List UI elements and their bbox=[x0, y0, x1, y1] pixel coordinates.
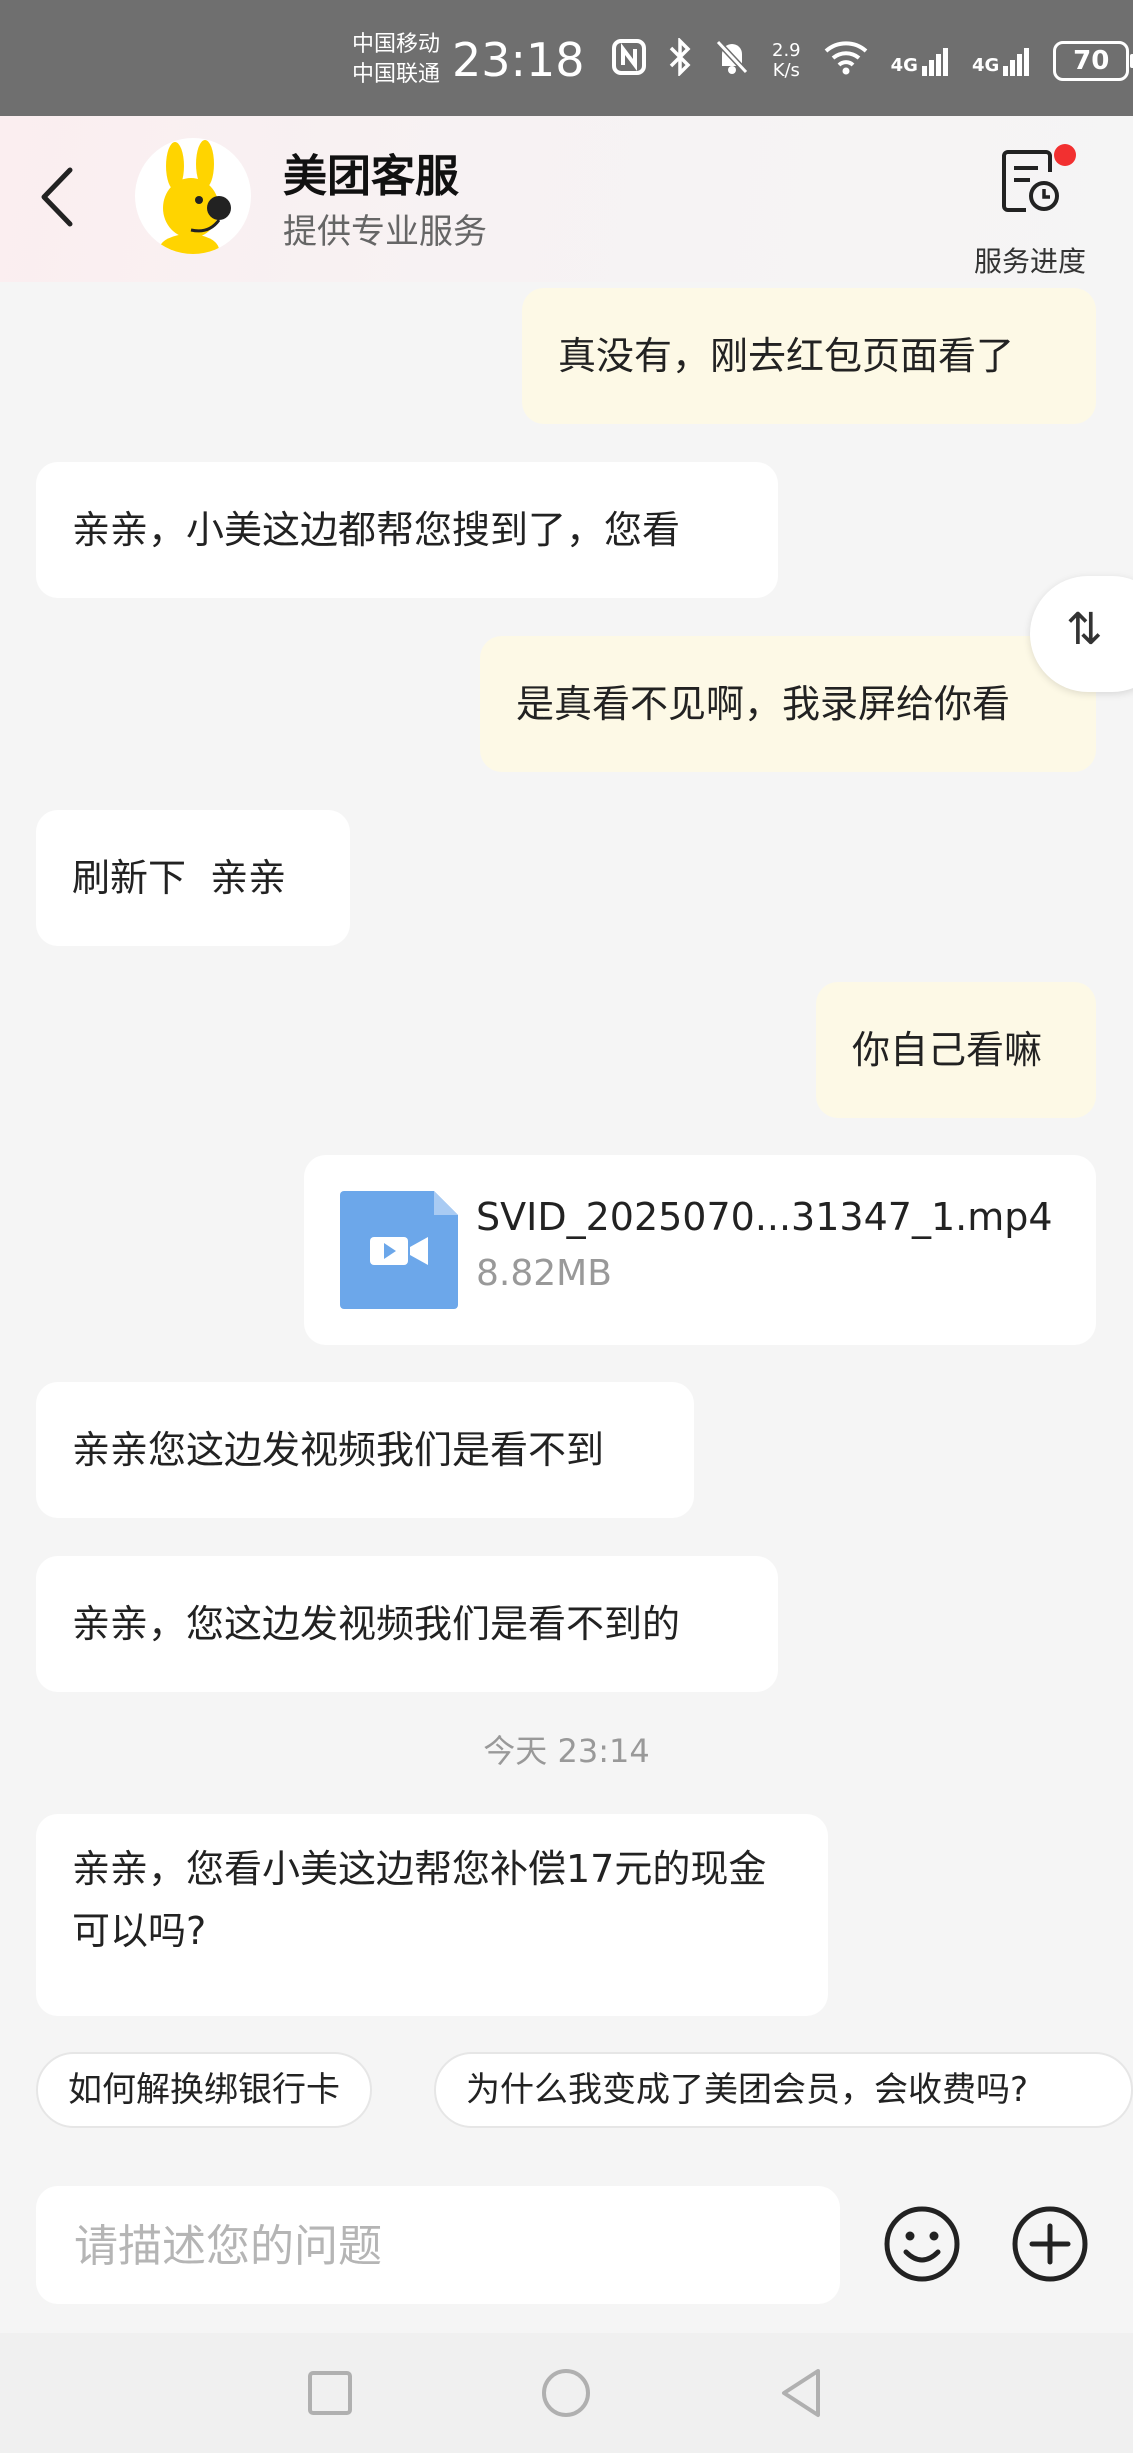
battery-level: 70 bbox=[1073, 46, 1110, 76]
recents-square-icon[interactable] bbox=[300, 2363, 360, 2423]
message-text: 真没有，刚去红包页面看了 bbox=[558, 334, 1015, 378]
speed-value: 2.9 bbox=[772, 40, 801, 61]
message-text: 亲亲，您这边发视频我们是看不到的 bbox=[72, 1602, 681, 1646]
message-text: 刷新下 亲亲 bbox=[72, 856, 287, 900]
chat-header: 美团客服 提供专业服务 服务进度 bbox=[0, 116, 1133, 282]
message-input[interactable] bbox=[72, 2186, 816, 2306]
message-received[interactable]: 亲亲您这边发视频我们是看不到 bbox=[36, 1382, 694, 1518]
speed-unit: K/s bbox=[772, 60, 800, 81]
back-button[interactable] bbox=[40, 166, 74, 228]
more-button[interactable] bbox=[1010, 2204, 1090, 2284]
kangaroo-mascot-icon bbox=[159, 140, 231, 254]
bluetooth-icon bbox=[668, 36, 692, 85]
carrier-2: 中国联通 bbox=[352, 62, 441, 87]
signal-bars-icon bbox=[1003, 48, 1030, 76]
avatar[interactable] bbox=[135, 138, 251, 254]
signal-1: 4G bbox=[891, 46, 950, 76]
network-type-2: 4G bbox=[971, 55, 1000, 76]
video-file-icon bbox=[340, 1191, 458, 1309]
message-timestamp: 今天 23:14 bbox=[483, 1732, 650, 1770]
message-received[interactable]: 亲亲，您这边发视频我们是看不到的 bbox=[36, 1556, 778, 1692]
carrier-info: 中国移动 中国联通 bbox=[352, 30, 440, 90]
swap-arrows-icon: ⇅ bbox=[1066, 604, 1103, 655]
home-circle-icon[interactable] bbox=[536, 2363, 596, 2423]
network-speed: 2.9 K/s bbox=[772, 41, 801, 81]
service-progress-button[interactable]: 服务进度 bbox=[960, 144, 1100, 278]
message-text: 亲亲您这边发视频我们是看不到 bbox=[72, 1428, 605, 1472]
message-input-container bbox=[36, 2186, 840, 2306]
service-progress-label: 服务进度 bbox=[973, 245, 1086, 278]
page-subtitle: 提供专业服务 bbox=[283, 212, 487, 252]
message-received[interactable]: 刷新下 亲亲 bbox=[36, 810, 350, 946]
quick-reply-label: 如何解换绑银行卡 bbox=[68, 2070, 340, 2110]
notification-dot bbox=[1054, 144, 1076, 166]
system-nav-bar bbox=[0, 2333, 1133, 2453]
file-size: 8.82MB bbox=[476, 1253, 612, 1294]
clock: 23:18 bbox=[452, 33, 585, 87]
message-sent[interactable]: 你自己看嘛 bbox=[816, 982, 1096, 1118]
signal-bars-icon bbox=[921, 48, 948, 76]
status-icons: 2.9 K/s 4G 4G 70 bbox=[612, 36, 1133, 86]
back-triangle-icon[interactable] bbox=[772, 2363, 832, 2423]
quick-reply-chip[interactable]: 为什么我变成了美团会员，会收费吗? bbox=[434, 2052, 1133, 2128]
network-type-1: 4G bbox=[890, 55, 918, 76]
status-bar: 中国移动 中国联通 23:18 2.9 K/s 4G 4G 70 bbox=[0, 0, 1133, 116]
message-received[interactable]: 亲亲，小美这边都帮您搜到了，您看 bbox=[36, 462, 778, 598]
nfc-icon bbox=[612, 38, 646, 84]
mute-bell-icon bbox=[714, 38, 750, 85]
message-text: 你自己看嘛 bbox=[852, 1028, 1043, 1072]
carrier-1: 中国移动 bbox=[352, 32, 441, 57]
chevron-left-icon bbox=[41, 167, 73, 227]
emoji-button[interactable] bbox=[882, 2204, 962, 2284]
message-text: 亲亲，您看小美这边帮您补偿17元的现金可以吗? bbox=[72, 1847, 767, 1953]
message-received[interactable]: 亲亲，您看小美这边帮您补偿17元的现金可以吗? bbox=[36, 1814, 828, 2016]
video-file-message[interactable]: SVID_2025070...31347_1.mp4 8.82MB bbox=[304, 1155, 1096, 1345]
page-title: 美团客服 bbox=[283, 151, 459, 202]
message-sent[interactable]: 是真看不见啊，我录屏给你看 bbox=[480, 636, 1096, 772]
file-name: SVID_2025070...31347_1.mp4 bbox=[476, 1195, 1053, 1239]
message-text: 亲亲，小美这边都帮您搜到了，您看 bbox=[72, 508, 681, 552]
battery-icon: 70 bbox=[1053, 41, 1133, 81]
smiley-icon bbox=[884, 2206, 960, 2282]
signal-2: 4G bbox=[972, 46, 1031, 76]
quick-reply-label: 为什么我变成了美团会员，会收费吗? bbox=[466, 2070, 1029, 2110]
message-sent[interactable]: 真没有，刚去红包页面看了 bbox=[522, 288, 1096, 424]
quick-reply-chip[interactable]: 如何解换绑银行卡 bbox=[36, 2052, 372, 2128]
plus-circle-icon bbox=[1012, 2206, 1088, 2282]
message-text: 是真看不见啊，我录屏给你看 bbox=[516, 682, 1011, 726]
document-clock-icon bbox=[1002, 150, 1059, 212]
wifi-icon bbox=[823, 39, 869, 84]
